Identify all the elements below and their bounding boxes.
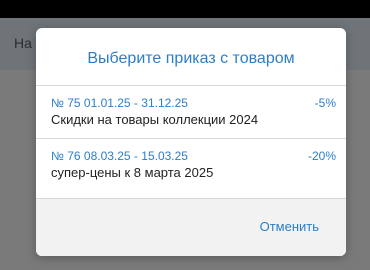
dialog-footer: Отменить (36, 198, 346, 256)
status-bar (0, 0, 370, 18)
app-header-title: Ha (14, 35, 32, 51)
order-select-dialog: Выберите приказ с товаром № 75 01.01.25 … (36, 28, 346, 256)
order-discount: -5% (314, 96, 336, 110)
dialog-title: Выберите приказ с товаром (87, 50, 295, 67)
order-discount: -20% (307, 149, 336, 163)
order-number-dates: № 76 08.03.25 - 15.03.25 (51, 149, 188, 163)
cancel-button[interactable]: Отменить (260, 219, 319, 234)
order-description: Скидки на товары коллекции 2024 (51, 112, 259, 127)
order-number-dates: № 75 01.01.25 - 31.12.25 (51, 96, 188, 110)
order-list: № 75 01.01.25 - 31.12.25 -5% Скидки на т… (36, 85, 346, 191)
order-item-76[interactable]: № 76 08.03.25 - 15.03.25 -20% супер-цены… (36, 138, 346, 191)
order-item-75[interactable]: № 75 01.01.25 - 31.12.25 -5% Скидки на т… (36, 85, 346, 138)
order-description: супер-цены к 8 марта 2025 (51, 165, 214, 180)
